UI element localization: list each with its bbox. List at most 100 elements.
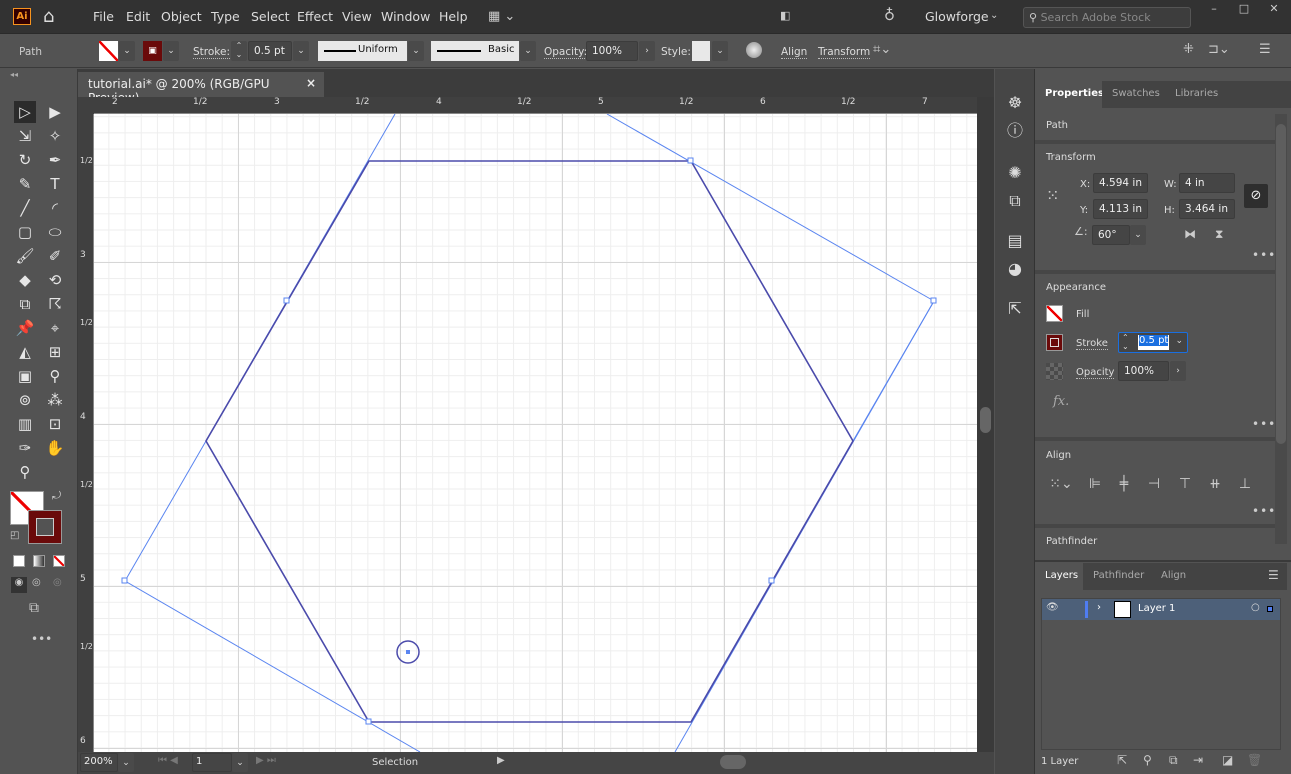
properties-panel-icon[interactable]: ☸: [1003, 91, 1027, 115]
edit-toolbar-icon[interactable]: •••: [31, 632, 52, 646]
draw-behind-icon[interactable]: ◎: [32, 577, 41, 588]
export-panel-icon[interactable]: ⇱: [1003, 297, 1027, 321]
expand-chevron-icon[interactable]: ›: [1097, 602, 1101, 613]
color-mode-icon[interactable]: [13, 555, 25, 567]
locate-object-icon[interactable]: ⚲: [1143, 753, 1152, 767]
menu-file[interactable]: File: [93, 9, 114, 24]
clipping-mask-icon[interactable]: ⧉: [1169, 753, 1178, 768]
stroke-swatch[interactable]: [1046, 334, 1063, 351]
ruler-origin[interactable]: [78, 97, 94, 114]
eraser-tool-icon[interactable]: ◆: [14, 269, 36, 291]
layer-name[interactable]: Layer 1: [1138, 603, 1175, 614]
stock-search-input[interactable]: ⚲ Search Adobe Stock: [1023, 7, 1191, 28]
stroke-stepper[interactable]: ⌃ ⌄: [231, 41, 247, 61]
fill-dropdown[interactable]: ⌄: [119, 41, 135, 61]
artboard-dropdown[interactable]: ⌄: [232, 753, 248, 772]
brush-definition[interactable]: Basic: [431, 41, 519, 61]
tab-swatches[interactable]: Swatches: [1102, 81, 1165, 108]
artboard-canvas[interactable]: [94, 114, 977, 752]
gradient-tool-icon[interactable]: ▣: [14, 365, 36, 387]
align-vertical-center-icon[interactable]: ⧺: [1206, 476, 1224, 494]
stroke-stepper[interactable]: ⌃ ⌄: [1122, 333, 1129, 351]
new-layer-icon[interactable]: ◪: [1222, 753, 1233, 767]
selection-indicator[interactable]: [1267, 606, 1273, 612]
stroke-label[interactable]: Stroke:: [193, 46, 230, 59]
shape-builder-tool-icon[interactable]: ◭: [14, 341, 36, 363]
collapse-icon[interactable]: ◂◂: [10, 70, 18, 79]
menu-view[interactable]: View: [342, 9, 372, 24]
flip-vertical-icon[interactable]: ⧗: [1215, 227, 1223, 242]
warp-tool-icon[interactable]: ☈: [44, 293, 66, 315]
draw-normal-icon[interactable]: ◉: [11, 577, 27, 593]
select-similar-icon[interactable]: ⌗⌄: [873, 42, 891, 57]
menu-effect[interactable]: Effect: [297, 9, 333, 24]
none-mode-icon[interactable]: [53, 555, 65, 567]
scroll-thumb[interactable]: [720, 755, 746, 769]
next-artboard-icon[interactable]: ▶ ⏭: [256, 755, 276, 766]
menu-select[interactable]: Select: [251, 9, 290, 24]
fill-swatch[interactable]: [1046, 305, 1063, 322]
artboard-number-input[interactable]: 1: [192, 753, 232, 772]
angle-dropdown[interactable]: ⌄: [1130, 225, 1146, 245]
delete-layer-icon[interactable]: 🗑: [1247, 753, 1262, 767]
align-left-icon[interactable]: ⊫: [1086, 476, 1104, 494]
lightbulb-icon[interactable]: ♁: [884, 6, 895, 24]
gradient-panel-icon[interactable]: ▤: [1003, 229, 1027, 253]
opacity-arrow[interactable]: ›: [639, 41, 655, 61]
panel-menu-icon[interactable]: ☰: [1268, 568, 1279, 582]
workspace-switcher[interactable]: Glowforge: [925, 9, 989, 24]
stroke-weight-dropdown[interactable]: ⌄: [293, 41, 309, 61]
vertical-scrollbar[interactable]: [977, 97, 994, 752]
eyedropper-tool-icon[interactable]: ⚲: [44, 365, 66, 387]
info-panel-icon[interactable]: ⓘ: [1003, 119, 1027, 143]
chevron-down-icon[interactable]: ⌄: [990, 10, 998, 21]
magic-wand-tool-icon[interactable]: ✧: [44, 125, 66, 147]
maximize-button[interactable]: □: [1230, 2, 1258, 20]
rectangle-tool-icon[interactable]: ▢: [14, 221, 36, 243]
anchor-points[interactable]: [121, 157, 937, 725]
style-dropdown[interactable]: ⌄: [712, 41, 728, 61]
share-icon[interactable]: ◧: [780, 9, 790, 22]
chevron-down-icon[interactable]: ⌄: [1175, 336, 1183, 346]
recolor-artwork-icon[interactable]: [746, 42, 762, 58]
previous-artboard-icon[interactable]: ⏮ ◀: [158, 755, 178, 766]
brush-dropdown[interactable]: ⌄: [520, 41, 536, 61]
line-tool-icon[interactable]: ╱: [14, 197, 36, 219]
graph-tool-icon[interactable]: ▥: [14, 413, 36, 435]
y-input[interactable]: 4.113 in: [1093, 199, 1148, 219]
opacity-label[interactable]: Opacity:: [544, 46, 588, 59]
visibility-eye-icon[interactable]: 👁: [1046, 602, 1059, 613]
horizontal-ruler[interactable]: 2 1/2 3 1/2 4 1/2 5 1/2 6 1/2 7: [94, 97, 977, 114]
menu-type[interactable]: Type: [211, 9, 240, 24]
tab-pathfinder[interactable]: Pathfinder: [1083, 563, 1151, 590]
screen-mode-icon[interactable]: ⧉: [29, 600, 39, 616]
type-tool-icon[interactable]: T: [44, 173, 66, 195]
rotate-angle-input[interactable]: 60°: [1092, 225, 1130, 245]
close-window-button[interactable]: ✕: [1260, 2, 1288, 20]
stroke-label[interactable]: Stroke: [1076, 338, 1108, 350]
menu-help[interactable]: Help: [439, 9, 468, 24]
style-swatch[interactable]: [692, 41, 710, 61]
align-right-icon[interactable]: ⊣: [1145, 476, 1163, 494]
gradient-mode-icon[interactable]: [33, 555, 45, 567]
free-transform-tool-icon[interactable]: ⌖: [44, 317, 66, 339]
align-horizontal-center-icon[interactable]: ╪: [1115, 476, 1133, 494]
color-guide-icon[interactable]: ✺: [1003, 161, 1027, 185]
profile-dropdown[interactable]: ⌄: [408, 41, 424, 61]
more-options-icon[interactable]: •••: [1252, 504, 1276, 518]
home-icon[interactable]: ⌂: [43, 6, 54, 27]
mesh-tool-icon[interactable]: ⊞: [44, 341, 66, 363]
fill-swatch[interactable]: [99, 41, 118, 61]
opacity-arrow[interactable]: ›: [1170, 361, 1186, 381]
rotated-hexagon-path[interactable]: [606, 114, 935, 442]
zoom-level-input[interactable]: 200%: [80, 753, 118, 772]
artboards-panel-icon[interactable]: ⧉: [1003, 189, 1027, 213]
group-selection-tool-icon[interactable]: ⇲: [14, 125, 36, 147]
curvature-tool-icon[interactable]: ✎: [14, 173, 36, 195]
collect-for-export-icon[interactable]: ⇱: [1117, 753, 1127, 767]
close-document-button[interactable]: ×: [306, 76, 316, 90]
arrange-documents-icon[interactable]: ▦ ⌄: [488, 9, 515, 24]
constrain-proportions-icon[interactable]: ⊘: [1244, 184, 1268, 208]
flip-horizontal-icon[interactable]: ⧓: [1184, 227, 1196, 241]
transform-link[interactable]: Transform: [818, 46, 871, 59]
